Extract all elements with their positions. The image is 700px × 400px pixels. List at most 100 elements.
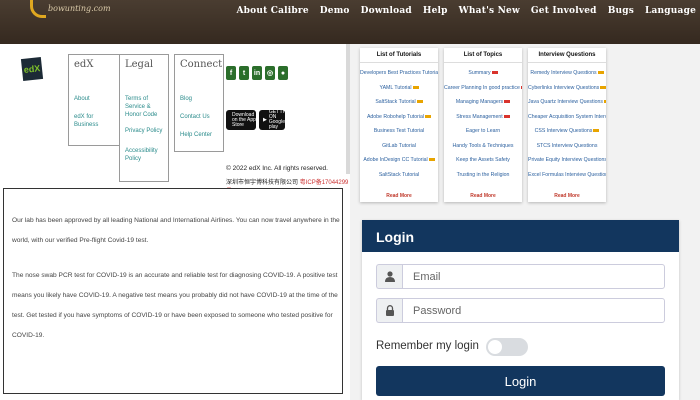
card-divider xyxy=(528,62,606,63)
new-badge-icon xyxy=(504,100,511,104)
facebook-icon[interactable]: f xyxy=(226,66,236,80)
read-more-link[interactable]: Read More xyxy=(360,193,438,199)
card-item-label: Business Test Tutorial xyxy=(373,128,425,134)
card-item-link[interactable]: STCS Interview Questions xyxy=(528,139,606,154)
email-input[interactable] xyxy=(402,264,665,289)
nav-get-involved[interactable]: Get Involved xyxy=(531,6,597,16)
card-item-link[interactable]: Private Equity Interview Questions xyxy=(528,153,606,168)
card-item-label: Java Quartz Interview Questions xyxy=(528,99,603,105)
nav-language[interactable]: Language xyxy=(645,6,696,16)
footer-link-blog[interactable]: Blog xyxy=(180,95,220,103)
card-item-link[interactable]: Keep the Assets Safety xyxy=(444,153,522,168)
linkedin-icon[interactable]: in xyxy=(252,66,262,80)
card-item-list: Summary Career Planning In good practice M… xyxy=(444,66,522,182)
card-item-link[interactable]: Adobe InDesign CC Tutorial xyxy=(360,153,438,168)
nav-demo[interactable]: Demo xyxy=(320,6,350,16)
card-item-link[interactable]: Java Quartz Interview Questions xyxy=(528,95,606,110)
app-store-badge[interactable]: Download on the App Store xyxy=(226,110,256,130)
email-field xyxy=(376,264,665,289)
card-title: List of Tutorials xyxy=(376,52,422,58)
new-badge-icon xyxy=(412,85,419,89)
new-badge-icon xyxy=(603,100,606,104)
card-item-label: Stress Management xyxy=(456,113,503,120)
login-title: Login xyxy=(362,220,679,252)
card-item-label: Handy Tools & Techniques xyxy=(452,142,514,149)
card-item-link[interactable]: Trusting in the Religion xyxy=(444,168,522,183)
reddit-icon[interactable]: ● xyxy=(278,66,288,80)
card-item-link[interactable]: Remedy Interview Questions xyxy=(528,66,606,81)
password-input[interactable] xyxy=(402,298,665,323)
footer-column-legal: Legal Terms of Service & Honor Code Priv… xyxy=(119,54,169,182)
card-item-link[interactable]: Cyberlinks Interview Questions xyxy=(528,81,606,96)
card-item-label: SaltStack Tutorial xyxy=(375,99,416,105)
copyright-text: © 2022 edX Inc. All rights reserved. xyxy=(226,165,328,172)
footer-link-help-center[interactable]: Help Center xyxy=(180,131,220,139)
card-title: Interview Questions xyxy=(538,52,596,58)
card-item-label: Career Planning In good practice xyxy=(444,84,520,91)
card-item-label: YAML Tutorial xyxy=(379,84,412,91)
new-badge-icon xyxy=(416,100,423,104)
card-item-link[interactable]: Summary xyxy=(444,66,522,81)
card-item-link[interactable]: Cheaper Acquisition System Interview Que… xyxy=(528,110,606,125)
new-badge-icon xyxy=(593,129,600,133)
card-item-link[interactable]: SaltStack Tutorial xyxy=(360,168,438,183)
new-badge-icon xyxy=(503,114,510,118)
login-panel: Login Remember my login Login xyxy=(362,220,679,400)
footer-link-edx-business[interactable]: edX for Business xyxy=(74,113,119,129)
card-item-link[interactable]: YAML Tutorial xyxy=(360,81,438,96)
tutorials-card: List of Tutorials Developers Best Practi… xyxy=(360,48,438,202)
new-badge-icon xyxy=(597,71,604,75)
card-item-link[interactable]: Stress Management xyxy=(444,110,522,125)
login-button[interactable]: Login xyxy=(376,366,665,396)
card-divider xyxy=(360,62,438,63)
password-field xyxy=(376,298,665,323)
card-item-link[interactable]: Career Planning In good practice xyxy=(444,81,522,96)
card-item-link[interactable]: Developers Best Practices Tutorial xyxy=(360,66,438,81)
approval-paragraph: Our lab has been approved by all leading… xyxy=(12,217,340,244)
footer-link-accessibility[interactable]: Accessibility Policy xyxy=(125,147,165,163)
card-item-link[interactable]: SaltStack Tutorial xyxy=(360,95,438,110)
logo-text: bowunting.com xyxy=(48,4,111,13)
read-more-link[interactable]: Read More xyxy=(528,193,606,199)
site-logo[interactable]: bowunting.com xyxy=(30,0,120,22)
card-item-label: Summary xyxy=(468,70,491,76)
card-item-link[interactable]: CSS Interview Questions xyxy=(528,124,606,139)
new-badge-icon xyxy=(600,85,606,89)
new-badge-icon xyxy=(428,158,435,162)
footer-link-terms[interactable]: Terms of Service & Honor Code xyxy=(125,95,165,119)
nav-help[interactable]: Help xyxy=(423,6,448,16)
edx-logo[interactable]: edX xyxy=(20,57,44,81)
play-icon: ▶ xyxy=(263,117,267,123)
card-item-link[interactable]: Excel Formulas Interview Questions xyxy=(528,168,606,183)
nav-about-calibre[interactable]: About Calibre xyxy=(236,6,308,16)
twitter-icon[interactable]: t xyxy=(239,66,249,80)
remember-toggle[interactable] xyxy=(486,338,528,356)
footer-link-about[interactable]: About xyxy=(74,95,114,103)
footer-link-privacy[interactable]: Privacy Policy xyxy=(125,127,165,135)
nav-bugs[interactable]: Bugs xyxy=(608,6,634,16)
read-more-link[interactable]: Read More xyxy=(444,193,522,199)
card-item-label: Cyberlinks Interview Questions xyxy=(528,84,600,91)
card-item-link[interactable]: Business Test Tutorial xyxy=(360,124,438,139)
card-item-link[interactable]: Managing Managers xyxy=(444,95,522,110)
card-item-label: CSS Interview Questions xyxy=(534,128,593,134)
card-item-link[interactable]: GitLab Tutorial xyxy=(360,139,438,154)
footer-link-contact[interactable]: Contact Us xyxy=(180,113,220,121)
google-play-badge[interactable]: ▶ GET IT ON Google play xyxy=(259,110,285,130)
instagram-icon[interactable]: ◎ xyxy=(265,66,275,80)
left-panel: edX edX About edX for Business Legal Ter… xyxy=(0,44,350,400)
card-item-link[interactable]: Eager to Learn xyxy=(444,124,522,139)
card-divider xyxy=(444,62,522,63)
lock-icon xyxy=(376,298,402,323)
column-title: Legal xyxy=(125,59,154,70)
card-item-label: Trusting in the Religion xyxy=(456,171,510,178)
card-item-label: Keep the Assets Safety xyxy=(456,157,510,163)
interview-questions-card: Interview Questions Remedy Interview Que… xyxy=(528,48,606,202)
card-item-label: Cheaper Acquisition System Interview Que… xyxy=(528,113,606,120)
card-item-link[interactable]: Adobe Robohelp Tutorial xyxy=(360,110,438,125)
nav-download[interactable]: Download xyxy=(361,6,412,16)
card-item-link[interactable]: Handy Tools & Techniques xyxy=(444,139,522,154)
nav-whats-new[interactable]: What's New xyxy=(459,6,520,16)
main-nav: About Calibre Demo Download Help What's … xyxy=(236,6,696,16)
card-item-label: SaltStack Tutorial xyxy=(378,171,420,178)
